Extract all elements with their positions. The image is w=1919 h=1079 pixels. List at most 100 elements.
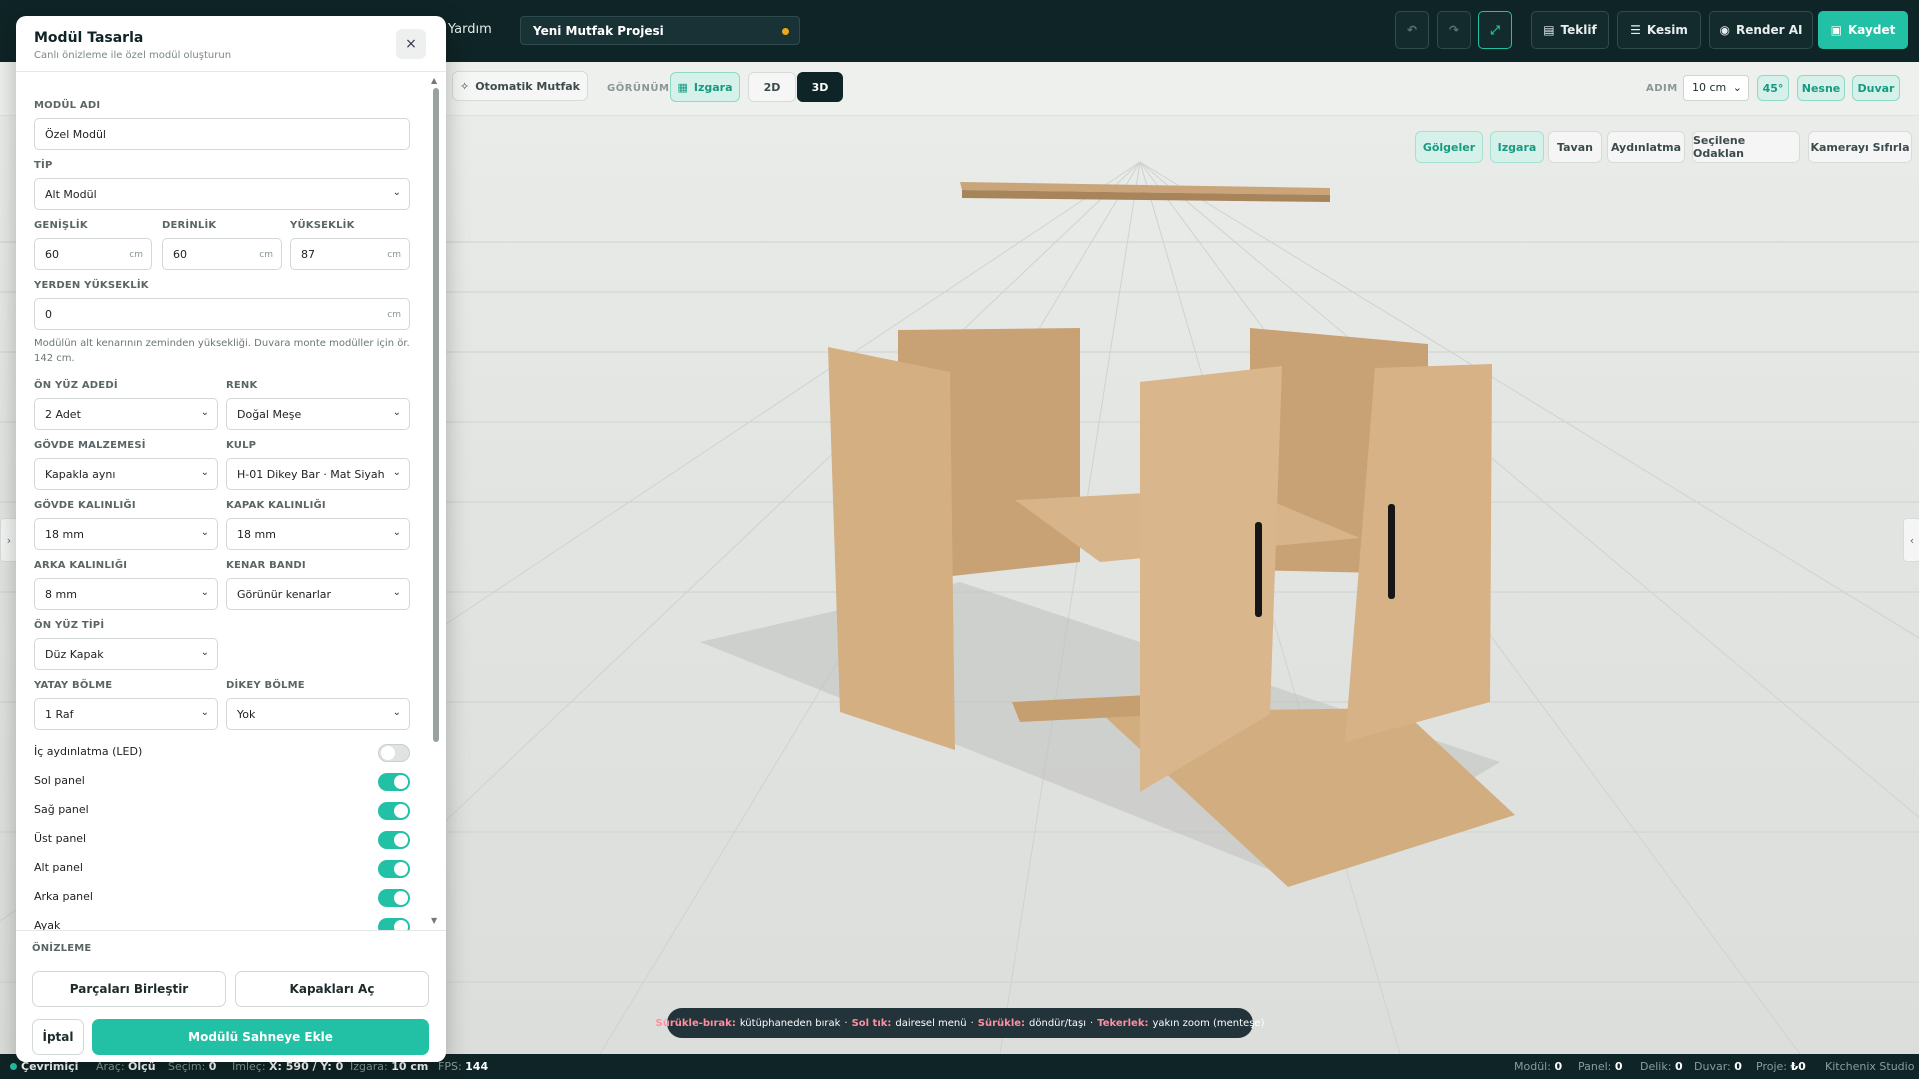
type-label: TİP xyxy=(34,160,53,171)
height-input[interactable]: 87 cm xyxy=(290,238,410,270)
toggle-label: Arka panel xyxy=(34,890,93,903)
hint-separator: · xyxy=(1090,1017,1094,1029)
undo-icon: ↶ xyxy=(1406,23,1418,37)
type-value: Alt Modül xyxy=(45,188,97,201)
led-toggle[interactable] xyxy=(378,744,410,762)
add-to-scene-button[interactable]: Modülü Sahneye Ekle xyxy=(92,1019,429,1055)
body-thickness-select[interactable]: 18 mm ⌄ xyxy=(34,518,218,550)
horizontal-division-label: YATAY BÖLME xyxy=(34,680,113,691)
handle-value: H-01 Dikey Bar · Mat Siyah xyxy=(237,468,385,481)
grid-view-button[interactable]: ▦ Izgara xyxy=(670,72,740,102)
magic-icon: ✧ xyxy=(459,79,470,93)
chevron-down-icon: ⌄ xyxy=(392,587,401,598)
project-name-field[interactable]: Yeni Mutfak Projesi xyxy=(520,16,800,45)
body-thickness-label: GÖVDE KALINLIĞI xyxy=(34,500,136,511)
cut-button[interactable]: ☰ Kesim xyxy=(1617,11,1701,49)
quote-button[interactable]: ▤ Teklif xyxy=(1531,11,1609,49)
unit-label: cm xyxy=(387,250,401,260)
chevron-down-icon: ⌄ xyxy=(392,527,401,538)
chevron-down-icon: ⌄ xyxy=(200,587,209,598)
wall-snap-button[interactable]: Duvar xyxy=(1852,75,1900,101)
camera-icon: ◉ xyxy=(1719,23,1730,37)
chevron-down-icon: ⌄ xyxy=(200,527,209,538)
lighting-button[interactable]: Aydınlatma xyxy=(1607,131,1685,163)
front-type-select[interactable]: Düz Kapak ⌄ xyxy=(34,638,218,670)
front-type-label: ÖN YÜZ TİPİ xyxy=(34,620,105,631)
type-select[interactable]: Alt Modül ⌄ xyxy=(34,178,410,210)
scroll-down-icon: ▼ xyxy=(431,916,438,925)
right-panel-toggle[interactable] xyxy=(378,802,410,820)
view-3d-button[interactable]: 3D xyxy=(797,72,843,102)
fullscreen-button[interactable]: ⤢ xyxy=(1478,11,1512,49)
open-doors-button[interactable]: Kapakları Aç xyxy=(235,971,429,1007)
focus-selection-button[interactable]: Seçilene Odaklan xyxy=(1692,131,1800,163)
horizontal-division-select[interactable]: 1 Raf ⌄ xyxy=(34,698,218,730)
undo-button[interactable]: ↶ xyxy=(1395,11,1429,49)
angle-snap-button[interactable]: 45° xyxy=(1757,75,1789,101)
vertical-division-label: DİKEY BÖLME xyxy=(226,680,305,691)
width-input[interactable]: 60 cm xyxy=(34,238,152,270)
close-icon: × xyxy=(405,36,417,52)
chevron-down-icon: ⌄ xyxy=(392,467,401,478)
chevron-down-icon: ⌄ xyxy=(200,647,209,658)
render-ai-button[interactable]: ◉ Render AI xyxy=(1709,11,1813,49)
depth-value: 60 xyxy=(173,248,187,261)
handle-label: KULP xyxy=(226,440,257,451)
edge-band-label: KENAR BANDI xyxy=(226,560,306,571)
save-label: Kaydet xyxy=(1848,23,1896,37)
toggle-label: İç aydınlatma (LED) xyxy=(34,745,143,758)
depth-input[interactable]: 60 cm xyxy=(162,238,282,270)
chevron-down-icon: ⌄ xyxy=(392,187,401,198)
module-name-input[interactable]: Özel Modül xyxy=(34,118,410,150)
shadows-toggle[interactable]: Gölgeler xyxy=(1415,131,1483,163)
height-label: YÜKSEKLİK xyxy=(290,220,355,231)
hint-separator: · xyxy=(844,1017,848,1029)
reset-camera-button[interactable]: Kamerayı Sıfırla xyxy=(1808,131,1912,163)
scroll-thumb[interactable] xyxy=(433,88,439,742)
back-thickness-select[interactable]: 8 mm ⌄ xyxy=(34,578,218,610)
auto-kitchen-button[interactable]: ✧ Otomatik Mutfak xyxy=(452,71,588,101)
door-thickness-select[interactable]: 18 mm ⌄ xyxy=(226,518,410,550)
module-name-label: MODÜL ADI xyxy=(34,100,101,111)
legs-toggle[interactable] xyxy=(378,918,410,930)
save-button[interactable]: ▣ Kaydet xyxy=(1818,11,1908,49)
back-panel-toggle[interactable] xyxy=(378,889,410,907)
toggle-right-panel: Sağ panel xyxy=(34,800,410,822)
step-select[interactable]: 10 cm ⌄ xyxy=(1683,75,1749,101)
grid-icon: ▦ xyxy=(677,80,688,94)
body-material-select[interactable]: Kapakla aynı ⌄ xyxy=(34,458,218,490)
brand-label: Kitchenix Studio xyxy=(1825,1060,1915,1073)
close-button[interactable]: × xyxy=(396,29,426,59)
hint-separator: · xyxy=(970,1017,974,1029)
toggle-top-panel: Üst panel xyxy=(34,829,410,851)
hint-key: Sürükle: xyxy=(977,1017,1026,1029)
right-panel-expand[interactable]: ‹ xyxy=(1903,518,1919,562)
view-2d-button[interactable]: 2D xyxy=(748,72,796,102)
floor-height-label: YERDEN YÜKSEKLİK xyxy=(34,280,149,291)
wall-count: Duvar: 0 xyxy=(1694,1060,1742,1073)
panel-footer: ÖNİZLEME Parçaları Birleştir Kapakları A… xyxy=(16,930,446,1062)
handle-select[interactable]: H-01 Dikey Bar · Mat Siyah ⌄ xyxy=(226,458,410,490)
merge-parts-button[interactable]: Parçaları Birleştir xyxy=(32,971,226,1007)
left-panel-toggle[interactable] xyxy=(378,773,410,791)
panel-scrollbar[interactable]: ▲ ▼ xyxy=(430,74,442,930)
bottom-panel-toggle[interactable] xyxy=(378,860,410,878)
menu-help[interactable]: Yardım xyxy=(448,22,492,37)
scroll-up-icon: ▲ xyxy=(431,76,438,85)
edge-band-select[interactable]: Görünür kenarlar ⌄ xyxy=(226,578,410,610)
redo-button[interactable]: ↷ xyxy=(1437,11,1471,49)
color-select[interactable]: Doğal Meşe ⌄ xyxy=(226,398,410,430)
hint-value: kütüphaneden bırak xyxy=(739,1017,841,1029)
object-snap-button[interactable]: Nesne xyxy=(1797,75,1845,101)
width-label: GENİŞLİK xyxy=(34,220,88,231)
cancel-button[interactable]: İptal xyxy=(32,1019,84,1055)
toggle-left-panel: Sol panel xyxy=(34,771,410,793)
edge-band-value: Görünür kenarlar xyxy=(237,588,332,601)
grid-toggle[interactable]: Izgara xyxy=(1490,131,1544,163)
front-count-select[interactable]: 2 Adet ⌄ xyxy=(34,398,218,430)
vertical-division-select[interactable]: Yok ⌄ xyxy=(226,698,410,730)
ceiling-toggle[interactable]: Tavan xyxy=(1548,131,1602,163)
door-thickness-value: 18 mm xyxy=(237,528,276,541)
floor-height-input[interactable]: 0 cm xyxy=(34,298,410,330)
top-panel-toggle[interactable] xyxy=(378,831,410,849)
